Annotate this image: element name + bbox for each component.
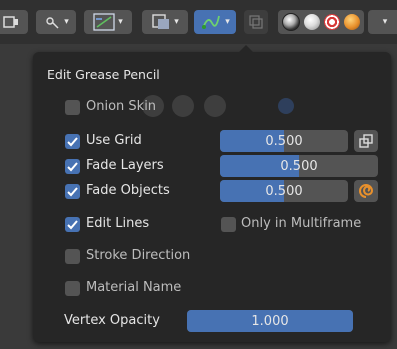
- vertex-opacity-slider[interactable]: 1.000: [187, 310, 353, 332]
- only-in-multiframe-label: Only in Multiframe: [241, 216, 362, 231]
- shading-mode-group: [278, 10, 364, 34]
- checkmark-icon: [67, 220, 78, 230]
- slider-value: 0.500: [280, 158, 318, 174]
- use-grid-opacity-slider[interactable]: 0.500: [220, 130, 348, 152]
- edit-lines-checkbox[interactable]: [65, 217, 80, 232]
- slider-value: 0.500: [265, 133, 303, 149]
- edit-lines-label: Edit Lines: [86, 216, 150, 231]
- stroke-direction-checkbox[interactable]: [65, 249, 80, 264]
- xray-toggle-button[interactable]: [244, 10, 268, 34]
- orange-spiral-icon: [359, 184, 374, 198]
- vertex-opacity-row: Vertex Opacity 1.000: [33, 310, 391, 332]
- use-grid-row: Use Grid 0.500: [33, 130, 391, 152]
- overlays-button[interactable]: ▾: [142, 10, 188, 34]
- chevron-down-icon: ▾: [225, 16, 230, 27]
- rendered-shading-icon[interactable]: [344, 14, 360, 30]
- fade-objects-slider[interactable]: 0.500: [220, 180, 348, 202]
- wireframe-shading-icon[interactable]: [282, 13, 300, 31]
- grease-pencil-overlay-button[interactable]: ▾: [194, 10, 236, 34]
- fade-layers-slider[interactable]: 0.500: [220, 155, 378, 177]
- only-in-multiframe-checkbox[interactable]: [221, 217, 236, 232]
- fade-objects-label: Fade Objects: [86, 183, 170, 198]
- chevron-down-icon: ▾: [64, 16, 69, 27]
- onion-skin-row[interactable]: Onion Skin: [33, 97, 391, 119]
- select-mode-button[interactable]: ▾: [36, 10, 76, 34]
- transform-pivot-icon: [93, 13, 115, 31]
- stroke-direction-label: Stroke Direction: [86, 248, 191, 263]
- solid-shading-icon[interactable]: [304, 14, 320, 30]
- chevron-down-icon: ▾: [174, 16, 179, 27]
- stroke-direction-row[interactable]: Stroke Direction: [33, 245, 391, 267]
- overlays-icon: [152, 14, 170, 29]
- use-grid-label: Use Grid: [86, 133, 142, 148]
- chevron-down-icon: ▾: [118, 16, 123, 27]
- chevron-down-icon: ▾: [382, 16, 388, 27]
- slider-value: 0.500: [265, 183, 303, 199]
- checkmark-icon: [67, 137, 78, 147]
- material-name-row[interactable]: Material Name: [33, 277, 391, 299]
- grid-scale-button[interactable]: [354, 130, 378, 152]
- fade-layers-row: Fade Layers 0.500: [33, 155, 391, 177]
- edit-lines-row: Edit Lines Only in Multiframe: [33, 213, 391, 235]
- shading-options-button[interactable]: ▾: [368, 10, 397, 34]
- popover-pointer: [238, 45, 254, 53]
- fade-layers-checkbox[interactable]: [65, 159, 80, 174]
- vertex-opacity-label: Vertex Opacity: [64, 313, 160, 328]
- onion-skin-checkbox[interactable]: [65, 100, 80, 115]
- xray-icon: [249, 15, 263, 29]
- 3d-viewport: ▾ ▾ ▾ ▾ ▾ Edit Grease Pencil Onion Skin …: [0, 0, 397, 349]
- viewport-header: ▾ ▾ ▾ ▾ ▾: [0, 0, 397, 44]
- panel-title: Edit Grease Pencil: [47, 67, 160, 82]
- grease-pencil-overlay-icon: [202, 15, 221, 29]
- checkmark-icon: [67, 162, 78, 172]
- transform-pivot-button[interactable]: ▾: [84, 10, 132, 34]
- onion-skin-label: Onion Skin: [86, 99, 157, 114]
- grid-scale-icon: [359, 134, 373, 148]
- view-icon: [3, 16, 18, 28]
- use-grid-checkbox[interactable]: [65, 134, 80, 149]
- fade-layers-label: Fade Layers: [86, 158, 164, 173]
- view-menu-button[interactable]: [0, 10, 28, 34]
- material-name-label: Material Name: [86, 280, 182, 295]
- fade-objects-checkbox[interactable]: [65, 184, 80, 199]
- fade-objects-row: Fade Objects 0.500: [33, 180, 391, 202]
- select-mode-icon: [46, 17, 59, 29]
- material-preview-icon[interactable]: [324, 14, 340, 30]
- edit-grease-pencil-popover: Edit Grease Pencil Onion Skin Use Grid 0…: [33, 45, 391, 342]
- material-name-checkbox[interactable]: [65, 281, 80, 296]
- slider-value: 1.000: [251, 313, 289, 329]
- checkmark-icon: [67, 187, 78, 197]
- fade-objects-mode-button[interactable]: [354, 180, 378, 202]
